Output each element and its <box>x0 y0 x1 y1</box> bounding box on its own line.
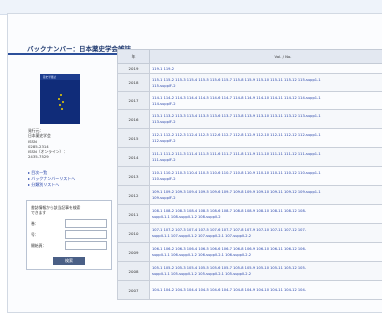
issues-cell: 111-1 111-2 111-3 111-4 111-5 111-6 111-… <box>150 148 382 167</box>
issue-links-line[interactable]: supplI-1.1 108-supplI-1.2 108-supplI-2 <box>152 214 382 220</box>
journal-cover-image[interactable]: 薬史学雑誌 <box>40 74 80 124</box>
year-cell: 2011 <box>118 205 150 224</box>
issue-links-line[interactable]: 104-1 104-2 104-3 104-4 104-5 104-6 104-… <box>152 287 382 293</box>
table-header-row: 年 Vol. / No. <box>118 50 382 64</box>
year-cell: 2009 <box>118 243 150 262</box>
table-row: 2011108-1 108-2 108-3 108-4 108-5 108-6 … <box>118 205 382 224</box>
cover-dot <box>62 101 64 103</box>
issues-cell: 115-1 115-2 115-3 115-4 115-5 115-6 115-… <box>150 74 382 92</box>
table-row: 2013110-1 110-2 110-3 110-4 110-5 110-6 … <box>118 167 382 186</box>
page-title: バックナンバー：日本薬史学会雑誌 <box>27 43 131 53</box>
table-row: 2010107-1 107-2 107-3 107-4 107-5 107-6 … <box>118 224 382 243</box>
issue-links-line[interactable]: 119-1 119-2 <box>152 66 382 72</box>
table-row: 2009106-1 106-2 106-3 106-4 106-5 106-6 … <box>118 243 382 262</box>
issue-links-line[interactable]: 114-supplF-2 <box>152 101 382 107</box>
table-row: 2018115-1 115-2 115-3 115-4 115-5 115-6 … <box>118 74 382 92</box>
cover-dot <box>59 104 61 106</box>
start-page-input[interactable] <box>65 241 107 250</box>
cover-dot <box>58 98 60 100</box>
issues-cell: 113-1 113-2 113-3 113-4 113-5 113-6 113-… <box>150 110 382 129</box>
issue-links-line[interactable]: 113-supplF-2 <box>152 119 382 125</box>
cover-dot <box>60 94 62 96</box>
search-row-volume: 巻： <box>31 219 107 228</box>
issue-links-line[interactable]: 112-supplF-2 <box>152 138 382 144</box>
table-row: 2017114-1 114-2 114-3 114-4 114-5 114-6 … <box>118 92 382 110</box>
issues-cell: 104-1 104-2 104-3 104-4 104-5 104-6 104-… <box>150 281 382 300</box>
year-cell: 2008 <box>118 262 150 281</box>
volume-label: 巻： <box>31 221 39 227</box>
issues-cell: 109-1 109-2 109-3 109-4 109-5 109-6 109-… <box>150 186 382 205</box>
issue-links-line[interactable]: supplI-1.1 106-supplI-1.2 106-supplI-2.1… <box>152 252 382 258</box>
year-cell: 2016 <box>118 110 150 129</box>
search-row-page: 開始頁： <box>31 241 107 250</box>
info-line: 2435-7529 <box>28 154 112 159</box>
year-cell: 2014 <box>118 148 150 167</box>
year-cell: 2015 <box>118 129 150 148</box>
backnumber-table-container: 年 Vol. / No. 2019119-1 119-22018115-1 11… <box>117 49 382 319</box>
issue-links-line[interactable]: supplI-1.1 105-supplI-1.2 105-supplI-2.1… <box>152 271 382 277</box>
cover-title: 薬史学雑誌 <box>43 75 56 79</box>
year-cell: 2017 <box>118 92 150 110</box>
issues-cell: 107-1 107-2 107-3 107-4 107-5 107-6 107-… <box>150 224 382 243</box>
issue-links-line[interactable]: 111-supplF-2 <box>152 157 382 163</box>
year-cell: 2007 <box>118 281 150 300</box>
table-body: 2019119-1 119-22018115-1 115-2 115-3 115… <box>118 64 382 300</box>
year-cell: 2019 <box>118 64 150 74</box>
issues-cell: 106-1 106-2 106-3 106-4 106-5 106-6 106-… <box>150 243 382 262</box>
year-cell: 2012 <box>118 186 150 205</box>
issue-links-line[interactable]: 110-supplF-2 <box>152 176 382 182</box>
issues-cell: 114-1 114-2 114-3 114-4 114-5 114-6 114-… <box>150 92 382 110</box>
cover-dot <box>61 108 63 110</box>
table-row: 2019119-1 119-2 <box>118 64 382 74</box>
year-cell: 2018 <box>118 74 150 92</box>
issue-input[interactable] <box>65 230 107 239</box>
table-row: 2012109-1 109-2 109-3 109-4 109-5 109-6 … <box>118 186 382 205</box>
volume-input[interactable] <box>65 219 107 228</box>
table-row: 2016113-1 113-2 113-3 113-4 113-5 113-6 … <box>118 110 382 129</box>
issue-links-line[interactable]: supplI-1.1 107-supplI-1.2 107-supplI-2.1… <box>152 233 382 239</box>
journal-info: 発行元： 日本薬史学会 ISSN 0285-2314 ISSN（オンライン）： … <box>28 128 112 160</box>
issue-links-line[interactable]: 115-supplF-2 <box>152 83 382 89</box>
start-page-label: 開始頁： <box>31 243 46 249</box>
issues-cell: 119-1 119-2 <box>150 64 382 74</box>
issues-cell: 108-1 108-2 108-3 108-4 108-5 108-6 108-… <box>150 205 382 224</box>
issue-label: 号： <box>31 232 39 238</box>
issues-cell: 110-1 110-2 110-3 110-4 110-5 110-6 110-… <box>150 167 382 186</box>
search-row-issue: 号： <box>31 230 107 239</box>
issues-cell: 112-1 112-2 112-3 112-4 112-5 112-6 112-… <box>150 129 382 148</box>
year-column-header: 年 <box>118 50 150 64</box>
year-cell: 2010 <box>118 224 150 243</box>
backnumber-table: 年 Vol. / No. 2019119-1 119-22018115-1 11… <box>117 49 382 300</box>
bibliographic-search-box: 書誌情報から該当記事を検索 できます 巻： 号： 開始頁： 検索 <box>26 200 112 270</box>
search-button[interactable]: 検索 <box>53 257 85 265</box>
table-row: 2008105-1 105-2 105-3 105-4 105-5 105-6 … <box>118 262 382 281</box>
year-cell: 2013 <box>118 167 150 186</box>
search-title-line: できます <box>31 210 107 215</box>
issues-cell: 105-1 105-2 105-3 105-4 105-5 105-6 105-… <box>150 262 382 281</box>
table-row: 2007104-1 104-2 104-3 104-4 104-5 104-6 … <box>118 281 382 300</box>
table-row: 2015112-1 112-2 112-3 112-4 112-5 112-6 … <box>118 129 382 148</box>
sidebar-link-category[interactable]: 分類別リストへ <box>28 182 112 188</box>
volume-column-header: Vol. / No. <box>150 50 382 64</box>
sidebar-links: 目次一覧 バックナンバーリストへ 分類別リストへ <box>28 170 112 188</box>
table-row: 2014111-1 111-2 111-3 111-4 111-5 111-6 … <box>118 148 382 167</box>
browser-top-strip <box>0 0 382 15</box>
search-box-title: 書誌情報から該当記事を検索 できます <box>31 205 107 215</box>
issue-links-line[interactable]: 109-supplF-2 <box>152 195 382 201</box>
